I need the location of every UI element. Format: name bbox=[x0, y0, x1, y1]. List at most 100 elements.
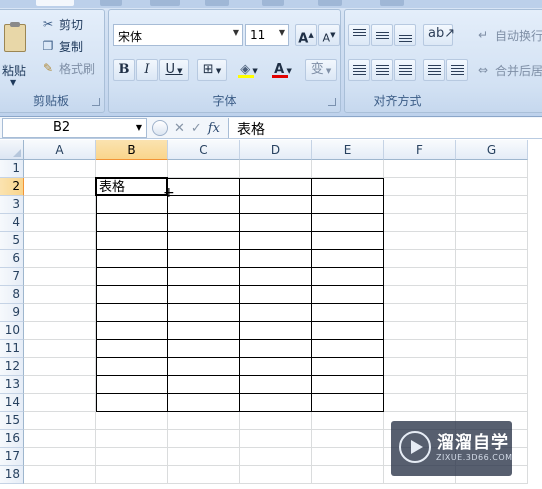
font-dialog-launcher-icon[interactable] bbox=[328, 98, 336, 106]
row-header-17[interactable]: 17 bbox=[0, 448, 24, 466]
cell-a15[interactable] bbox=[24, 412, 96, 430]
cell-d8[interactable] bbox=[240, 286, 312, 304]
increase-indent-button[interactable] bbox=[446, 59, 468, 81]
cell-a4[interactable] bbox=[24, 214, 96, 232]
cell-e12[interactable] bbox=[312, 358, 384, 376]
cell-b16[interactable] bbox=[96, 430, 168, 448]
row-header-15[interactable]: 15 bbox=[0, 412, 24, 430]
cell-d1[interactable] bbox=[240, 160, 312, 178]
cell-d4[interactable] bbox=[240, 214, 312, 232]
row-header-9[interactable]: 9 bbox=[0, 304, 24, 322]
fill-color-button[interactable]: ◈ ▼ bbox=[233, 59, 265, 81]
cell-g13[interactable] bbox=[456, 376, 528, 394]
cell-c6[interactable] bbox=[168, 250, 240, 268]
cell-e17[interactable] bbox=[312, 448, 384, 466]
cell-b2[interactable]: 表格 bbox=[96, 178, 168, 196]
font-name-combo[interactable]: 宋体 ▼ bbox=[113, 24, 243, 46]
cell-b3[interactable] bbox=[96, 196, 168, 214]
cell-a12[interactable] bbox=[24, 358, 96, 376]
cell-f2[interactable] bbox=[384, 178, 456, 196]
cell-c5[interactable] bbox=[168, 232, 240, 250]
cell-e9[interactable] bbox=[312, 304, 384, 322]
row-header-16[interactable]: 16 bbox=[0, 430, 24, 448]
cell-g2[interactable] bbox=[456, 178, 528, 196]
cell-a13[interactable] bbox=[24, 376, 96, 394]
row-header-18[interactable]: 18 bbox=[0, 466, 24, 484]
tab-page-layout[interactable] bbox=[150, 0, 180, 6]
row-header-13[interactable]: 13 bbox=[0, 376, 24, 394]
tab-formulas[interactable] bbox=[205, 0, 229, 6]
cell-g10[interactable] bbox=[456, 322, 528, 340]
cell-d10[interactable] bbox=[240, 322, 312, 340]
row-header-1[interactable]: 1 bbox=[0, 160, 24, 178]
bottom-align-button[interactable] bbox=[394, 24, 416, 46]
chevron-down-icon[interactable]: ▼ bbox=[136, 123, 142, 132]
tab-home[interactable] bbox=[36, 0, 74, 6]
cell-a14[interactable] bbox=[24, 394, 96, 412]
font-size-combo[interactable]: 11 ▼ bbox=[245, 24, 289, 46]
column-header-c[interactable]: C bbox=[168, 140, 240, 160]
row-header-7[interactable]: 7 bbox=[0, 268, 24, 286]
formula-input[interactable]: 表格 bbox=[228, 118, 542, 138]
cell-b5[interactable] bbox=[96, 232, 168, 250]
cell-a1[interactable] bbox=[24, 160, 96, 178]
cell-f13[interactable] bbox=[384, 376, 456, 394]
cell-g1[interactable] bbox=[456, 160, 528, 178]
cell-d17[interactable] bbox=[240, 448, 312, 466]
cell-b8[interactable] bbox=[96, 286, 168, 304]
cell-c17[interactable] bbox=[168, 448, 240, 466]
grow-font-button[interactable]: A▲ bbox=[295, 24, 317, 46]
borders-button[interactable]: ⊞ ▼ bbox=[197, 59, 227, 81]
cell-f3[interactable] bbox=[384, 196, 456, 214]
cancel-icon[interactable]: ✕ bbox=[174, 121, 185, 136]
cell-g11[interactable] bbox=[456, 340, 528, 358]
cell-d2[interactable] bbox=[240, 178, 312, 196]
cell-g9[interactable] bbox=[456, 304, 528, 322]
cell-b7[interactable] bbox=[96, 268, 168, 286]
cell-e7[interactable] bbox=[312, 268, 384, 286]
align-right-button[interactable] bbox=[394, 59, 416, 81]
row-header-4[interactable]: 4 bbox=[0, 214, 24, 232]
cell-b13[interactable] bbox=[96, 376, 168, 394]
cell-c18[interactable] bbox=[168, 466, 240, 484]
cell-f4[interactable] bbox=[384, 214, 456, 232]
cell-a10[interactable] bbox=[24, 322, 96, 340]
row-header-11[interactable]: 11 bbox=[0, 340, 24, 358]
copy-button[interactable]: ❐ 复制 bbox=[40, 36, 83, 56]
chevron-down-icon[interactable]: ▼ bbox=[279, 28, 285, 37]
row-header-3[interactable]: 3 bbox=[0, 196, 24, 214]
merge-center-button[interactable]: ⇔ 合并后居 bbox=[475, 59, 542, 81]
cell-f10[interactable] bbox=[384, 322, 456, 340]
italic-button[interactable]: I bbox=[136, 59, 158, 81]
cell-c12[interactable] bbox=[168, 358, 240, 376]
cell-g4[interactable] bbox=[456, 214, 528, 232]
column-header-f[interactable]: F bbox=[384, 140, 456, 160]
column-header-e[interactable]: E bbox=[312, 140, 384, 160]
phonetic-guide-button[interactable]: 变 ▼ bbox=[305, 59, 337, 81]
cell-e1[interactable] bbox=[312, 160, 384, 178]
cell-g3[interactable] bbox=[456, 196, 528, 214]
select-all-button[interactable] bbox=[0, 140, 24, 160]
cell-c2[interactable] bbox=[168, 178, 240, 196]
center-button[interactable] bbox=[371, 59, 393, 81]
paste-dropdown-icon[interactable]: ▼ bbox=[10, 78, 16, 87]
cell-c7[interactable] bbox=[168, 268, 240, 286]
tab-view[interactable] bbox=[380, 0, 404, 6]
cell-c8[interactable] bbox=[168, 286, 240, 304]
formula-bar-toggle-icon[interactable] bbox=[152, 120, 168, 136]
row-header-5[interactable]: 5 bbox=[0, 232, 24, 250]
cell-d5[interactable] bbox=[240, 232, 312, 250]
tab-review[interactable] bbox=[318, 0, 342, 6]
cell-a3[interactable] bbox=[24, 196, 96, 214]
orientation-button[interactable]: ab↗ bbox=[423, 24, 455, 46]
row-header-12[interactable]: 12 bbox=[0, 358, 24, 376]
shrink-font-button[interactable]: A▼ bbox=[318, 24, 340, 46]
font-color-button[interactable]: A ▼ bbox=[267, 59, 299, 81]
row-header-14[interactable]: 14 bbox=[0, 394, 24, 412]
align-left-button[interactable] bbox=[348, 59, 370, 81]
cell-b12[interactable] bbox=[96, 358, 168, 376]
cell-f8[interactable] bbox=[384, 286, 456, 304]
row-header-2[interactable]: 2 bbox=[0, 178, 24, 196]
underline-button[interactable]: U ▼ bbox=[159, 59, 189, 81]
cell-c9[interactable] bbox=[168, 304, 240, 322]
